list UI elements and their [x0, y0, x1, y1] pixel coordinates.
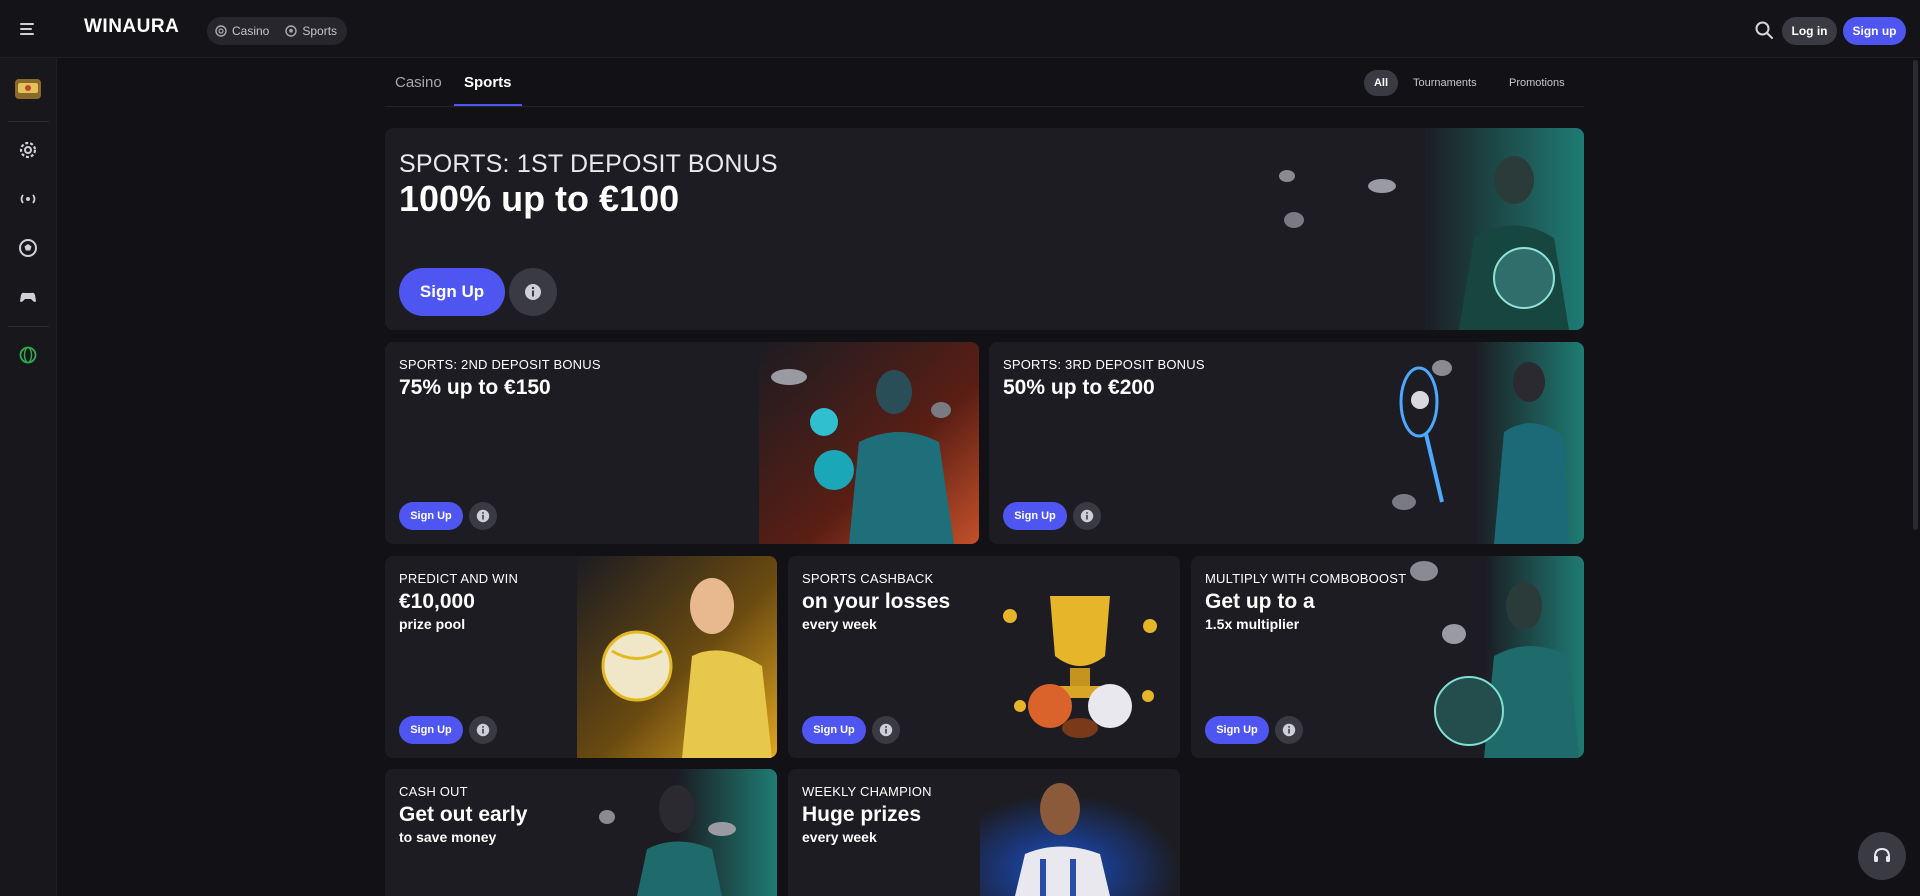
top-header: WINAURA Casino Sports Log in Sign up	[0, 0, 1920, 58]
promo-card-predict-and-win[interactable]: PREDICT AND WIN €10,000 prize pool Sign …	[385, 556, 777, 758]
card-signup-button[interactable]: Sign Up	[399, 716, 463, 744]
card-headline: Huge prizes	[802, 803, 922, 826]
filter-all[interactable]: All	[1364, 70, 1398, 96]
promo-card-1st-deposit[interactable]: SPORTS: 1ST DEPOSIT BONUS 100% up to €10…	[385, 128, 1584, 330]
tab-sports[interactable]: Sports	[464, 74, 512, 91]
soccer-ball-icon	[285, 25, 298, 37]
info-icon	[476, 509, 490, 523]
card-signup-button[interactable]: Sign Up	[399, 502, 463, 530]
soccer-player-illustration	[1384, 556, 1584, 758]
card-headline: €10,000	[399, 590, 475, 613]
globe-icon[interactable]	[17, 344, 39, 366]
card-eyebrow: SPORTS: 3RD DEPOSIT BONUS	[1003, 357, 1205, 372]
trophy-illustration	[980, 556, 1180, 758]
volleyball-player-illustration	[577, 556, 777, 758]
card-info-button[interactable]	[1073, 502, 1101, 530]
card-headline: 50% up to €200	[1003, 376, 1155, 399]
card-headline: 100% up to €100	[399, 178, 680, 219]
card-info-button[interactable]	[469, 716, 497, 744]
card-subtext: every week	[802, 616, 877, 632]
promo-card-cash-out[interactable]: CASH OUT Get out early to save money	[385, 769, 777, 896]
card-subtext: every week	[802, 829, 877, 845]
tab-casino[interactable]: Casino	[395, 74, 442, 91]
card-eyebrow: CASH OUT	[399, 784, 468, 799]
card-signup-button[interactable]: Sign Up	[399, 268, 505, 316]
page-scrollbar[interactable]	[1913, 60, 1918, 530]
support-chat-button[interactable]	[1858, 832, 1906, 880]
promo-card-3rd-deposit[interactable]: SPORTS: 3RD DEPOSIT BONUS 50% up to €200…	[989, 342, 1584, 544]
promo-card-comboboost[interactable]: MULTIPLY WITH COMBOBOOST Get up to a 1.5…	[1191, 556, 1584, 758]
gamepad-icon[interactable]	[17, 286, 39, 308]
nav-casino[interactable]: Casino	[207, 24, 277, 38]
info-icon	[1282, 723, 1296, 737]
casino-badge-icon[interactable]	[13, 75, 43, 103]
athlete-illustration	[577, 769, 777, 896]
card-headline: on your losses	[802, 590, 951, 613]
card-headline: Get up to a	[1205, 590, 1315, 613]
card-signup-button[interactable]: Sign Up	[1003, 502, 1067, 530]
sidebar-divider	[8, 121, 49, 122]
card-info-button[interactable]	[509, 268, 557, 316]
card-signup-button[interactable]: Sign Up	[1205, 716, 1269, 744]
card-eyebrow: SPORTS CASHBACK	[802, 571, 934, 586]
headset-icon	[1874, 847, 1890, 862]
basketball-player-illustration	[980, 769, 1180, 896]
login-button[interactable]: Log in	[1782, 17, 1837, 45]
card-headline: 75% up to €150	[399, 376, 551, 399]
casino-chip-icon	[215, 25, 227, 37]
card-eyebrow: SPORTS: 1ST DEPOSIT BONUS	[399, 150, 778, 178]
top-nav: Casino Sports	[207, 17, 347, 45]
nav-sports-label: Sports	[302, 24, 338, 38]
tabs-divider	[385, 106, 1584, 107]
left-sidebar	[0, 58, 57, 896]
card-eyebrow: MULTIPLY WITH COMBOBOOST	[1205, 571, 1407, 586]
card-eyebrow: SPORTS: 2ND DEPOSIT BONUS	[399, 357, 601, 372]
boxer-illustration	[759, 342, 979, 544]
card-headline: Get out early	[399, 803, 528, 826]
info-icon	[525, 284, 541, 300]
nav-sports[interactable]: Sports	[277, 24, 345, 38]
card-subtext: prize pool	[399, 616, 466, 632]
filter-promotions[interactable]: Promotions	[1509, 70, 1565, 96]
promo-card-weekly-champion[interactable]: WEEKLY CHAMPION Huge prizes every week	[788, 769, 1180, 896]
footballer-illustration	[1224, 128, 1584, 330]
card-eyebrow: WEEKLY CHAMPION	[802, 784, 932, 799]
sidebar-divider	[8, 326, 49, 327]
signup-button-header[interactable]: Sign up	[1843, 17, 1906, 45]
info-icon	[1080, 509, 1094, 523]
card-subtext: to save money	[399, 829, 497, 845]
info-icon	[476, 723, 490, 737]
nav-casino-label: Casino	[232, 24, 270, 38]
brand-logo[interactable]: WINAURA	[84, 16, 179, 38]
card-subtext: 1.5x multiplier	[1205, 616, 1300, 632]
hamburger-menu-icon[interactable]	[18, 20, 40, 38]
promo-card-2nd-deposit[interactable]: SPORTS: 2ND DEPOSIT BONUS 75% up to €150…	[385, 342, 979, 544]
card-info-button[interactable]	[872, 716, 900, 744]
filter-tournaments[interactable]: Tournaments	[1413, 70, 1477, 96]
card-eyebrow: PREDICT AND WIN	[399, 571, 519, 586]
info-icon	[879, 723, 893, 737]
search-icon[interactable]	[1754, 20, 1774, 40]
card-info-button[interactable]	[1275, 716, 1303, 744]
card-signup-button[interactable]: Sign Up	[802, 716, 866, 744]
soccer-ball-icon[interactable]	[17, 237, 39, 259]
gear-icon[interactable]	[17, 139, 39, 161]
tennis-player-illustration	[1364, 342, 1584, 544]
live-broadcast-icon[interactable]	[17, 188, 39, 210]
promo-card-sports-cashback[interactable]: SPORTS CASHBACK on your losses every wee…	[788, 556, 1180, 758]
card-info-button[interactable]	[469, 502, 497, 530]
